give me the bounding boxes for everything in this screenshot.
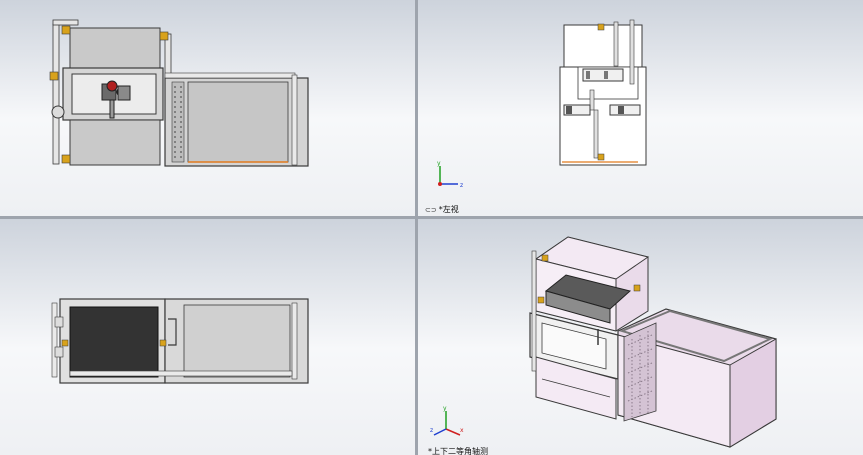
- front-fitting: [159, 31, 169, 41]
- top-fitting: [159, 339, 167, 347]
- view-label-left: ⊂⊃ *左视: [425, 204, 459, 215]
- viewport-top[interactable]: [0, 219, 415, 455]
- view-label-iso: *上下二等角轴测: [428, 446, 488, 455]
- viewport-left[interactable]: z y ⊂⊃ *左视: [418, 0, 863, 216]
- side-manifold-lower-right: [609, 104, 641, 116]
- svg-text:z: z: [460, 182, 463, 189]
- side-fitting: [597, 153, 605, 161]
- axis-triad: z y: [437, 160, 463, 189]
- isometric-view-drawing[interactable]: [418, 219, 863, 455]
- cad-viewport-area: z y ⊂⊃ *左视 x y z *上下二等角轴测: [0, 0, 863, 455]
- tank-inner: [187, 81, 289, 163]
- top-dark-cover: [69, 306, 159, 378]
- tank-top-pipe: [164, 72, 296, 79]
- front-fitting: [61, 154, 71, 164]
- front-fitting: [49, 71, 59, 81]
- top-left-pipe: [51, 302, 58, 378]
- side-fitting: [597, 23, 605, 31]
- svg-text:y: y: [443, 405, 447, 412]
- svg-text:x: x: [460, 427, 464, 434]
- iso-fitting: [537, 296, 545, 304]
- view-orientation-icon: ⊂⊃: [425, 206, 437, 214]
- front-fitting: [61, 25, 71, 35]
- top-right-pipe: [291, 302, 298, 380]
- side-manifold-lower-left: [563, 104, 591, 116]
- viewport-front[interactable]: [0, 0, 415, 216]
- right-riser-pipe: [164, 33, 172, 79]
- viewport-splitter-vertical[interactable]: [415, 0, 418, 455]
- tank-right-pipe: [291, 74, 298, 166]
- axis-triad: x y z: [430, 405, 464, 436]
- view-label-text: *上下二等角轴测: [428, 447, 488, 455]
- upper-chamber: [69, 27, 161, 69]
- tank-mesh-column: [171, 81, 185, 163]
- iso-fitting: [541, 254, 549, 262]
- top-bottom-pipe: [69, 370, 293, 377]
- viewport-iso[interactable]: x y z *上下二等角轴测: [418, 219, 863, 455]
- lower-chamber: [69, 119, 161, 166]
- front-view-drawing[interactable]: [0, 0, 415, 216]
- svg-text:y: y: [437, 160, 441, 167]
- svg-text:z: z: [430, 427, 433, 434]
- iso-mesh-panel: [623, 322, 657, 422]
- view-label-text: *左视: [438, 205, 459, 214]
- top-tank-inner: [183, 304, 291, 378]
- top-pipe: [52, 19, 79, 26]
- top-view-drawing[interactable]: [0, 219, 415, 455]
- left-flange: [51, 105, 65, 119]
- side-manifold-upper: [582, 68, 624, 82]
- left-riser-pipe: [52, 23, 60, 165]
- top-fitting: [61, 339, 69, 347]
- left-view-drawing[interactable]: [418, 0, 863, 216]
- iso-fitting: [633, 284, 641, 292]
- iso-left-pipe: [531, 250, 537, 372]
- viewport-splitter-horizontal[interactable]: [0, 216, 863, 219]
